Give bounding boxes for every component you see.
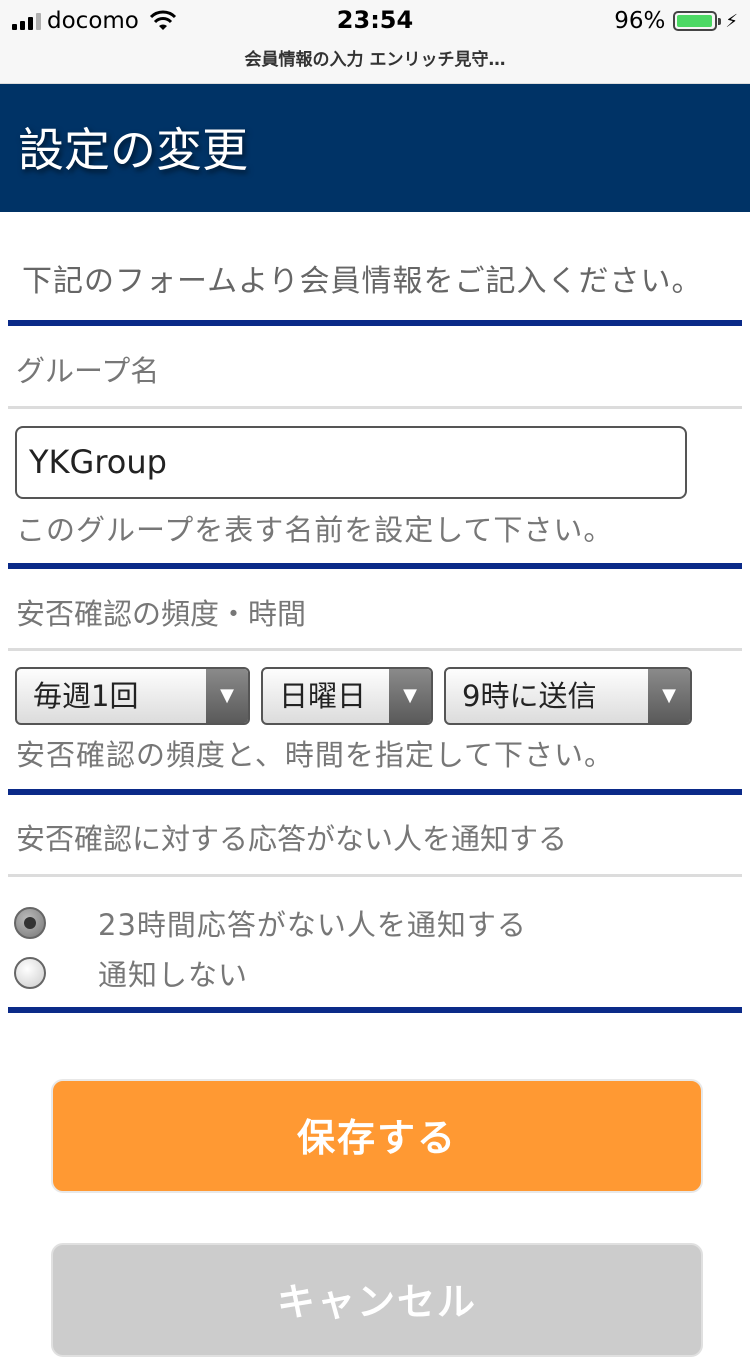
status-right: 96% ⚡ — [614, 8, 738, 34]
notify-option-23h-label: 23時間応答がない人を通知する — [98, 908, 527, 942]
chevron-down-icon: ▼ — [389, 669, 431, 723]
group-name-input[interactable]: YKGroup — [15, 426, 687, 499]
frequency-select[interactable]: 毎週1回 ▼ — [15, 667, 250, 725]
notify-option-none[interactable]: 通知しない — [14, 952, 248, 994]
frequency-label: 安否確認の頻度・時間 — [16, 597, 307, 631]
time-select[interactable]: 9時に送信 ▼ — [444, 667, 692, 725]
label-divider — [8, 874, 742, 877]
chevron-down-icon: ▼ — [648, 669, 690, 723]
frequency-select-value: 毎週1回 — [33, 679, 139, 713]
battery-icon — [673, 11, 722, 31]
section-divider — [8, 1007, 742, 1013]
header-title: 設定の変更 — [18, 123, 248, 177]
form-intro: 下記のフォームより会員情報をご記入ください。 — [22, 264, 703, 299]
group-name-label: グループ名 — [16, 354, 160, 388]
frequency-hint: 安否確認の頻度と、時間を指定して下さい。 — [16, 738, 614, 772]
cancel-button[interactable]: キャンセル — [51, 1243, 703, 1357]
notify-option-none-label: 通知しない — [98, 958, 249, 992]
label-divider — [8, 406, 742, 409]
page-header: 設定の変更 — [0, 84, 750, 212]
section-divider — [8, 563, 742, 569]
label-divider — [8, 648, 742, 651]
group-name-hint: このグループを表す名前を設定して下さい。 — [16, 513, 614, 547]
notify-label: 安否確認に対する応答がない人を通知する — [16, 822, 568, 856]
section-divider — [8, 320, 742, 326]
weekday-select-value: 日曜日 — [279, 679, 367, 713]
notify-option-23h[interactable]: 23時間応答がない人を通知する — [14, 902, 527, 944]
battery-percent: 96% — [614, 8, 666, 34]
status-bar: docomo 23:54 96% ⚡ — [0, 0, 750, 40]
radio-button-checked[interactable] — [14, 907, 46, 939]
time-select-value: 9時に送信 — [462, 679, 597, 713]
chevron-down-icon: ▼ — [206, 669, 248, 723]
radio-button[interactable] — [14, 957, 46, 989]
section-divider — [8, 789, 742, 795]
weekday-select[interactable]: 日曜日 ▼ — [261, 667, 433, 725]
save-button[interactable]: 保存する — [51, 1079, 703, 1193]
page-title: 会員情報の入力 エンリッチ見守… — [244, 50, 506, 70]
browser-title-bar[interactable]: 会員情報の入力 エンリッチ見守… — [0, 40, 750, 84]
charging-icon: ⚡ — [725, 10, 738, 32]
